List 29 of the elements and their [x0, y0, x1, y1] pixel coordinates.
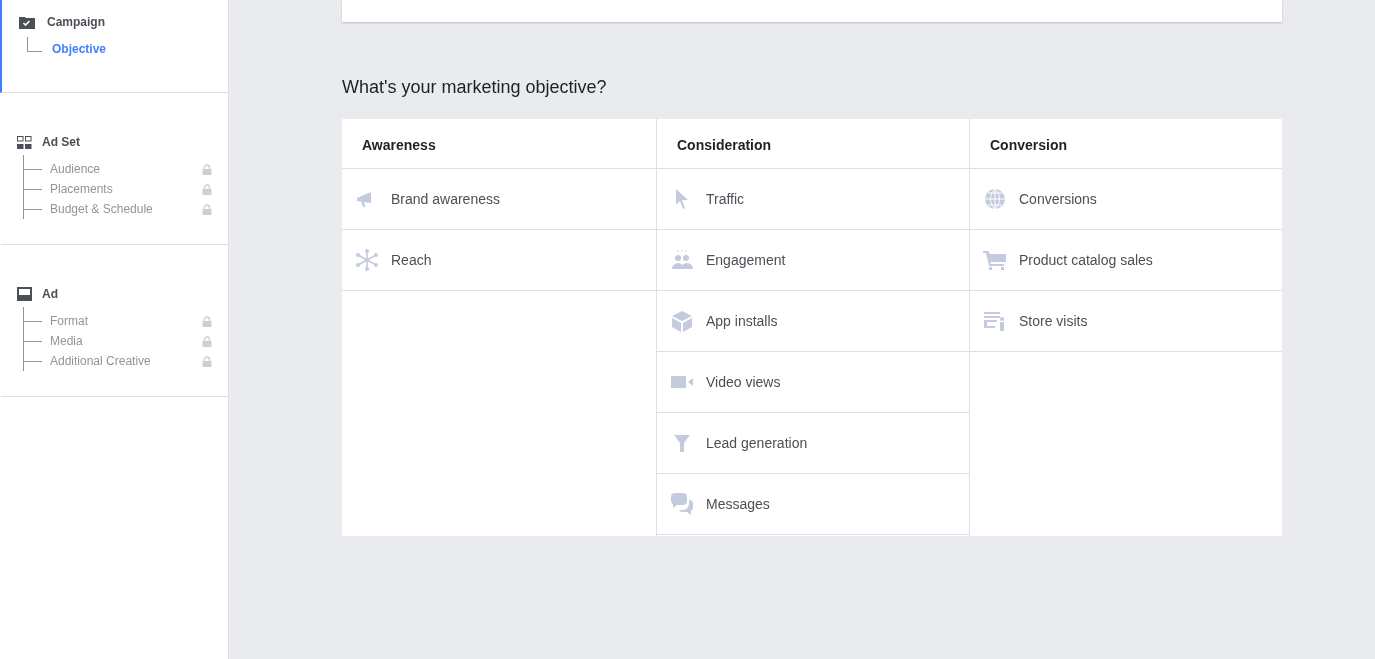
section-title[interactable]: Campaign	[47, 15, 105, 29]
chat-bubbles-icon	[670, 493, 694, 515]
objective-option[interactable]: Brand awareness	[391, 191, 500, 207]
objective-option[interactable]: Traffic	[706, 191, 745, 207]
grid-icon	[17, 135, 32, 149]
cart-icon	[983, 249, 1007, 271]
category-header: Consideration	[657, 119, 969, 169]
objective-option[interactable]: Video views	[706, 374, 781, 390]
checked-folder-icon	[19, 15, 35, 29]
step-link[interactable]: Objective	[52, 42, 228, 56]
section-title[interactable]: Ad Set	[42, 135, 80, 149]
category-header: Conversion	[970, 119, 1282, 169]
section-title[interactable]: Ad	[42, 287, 58, 301]
objective-option[interactable]: Lead generation	[706, 435, 808, 451]
globe-icon	[983, 188, 1007, 210]
objective-option[interactable]: Engagement	[706, 252, 786, 268]
objective-option[interactable]: Store visits	[1019, 313, 1088, 329]
objective-option[interactable]: App installs	[706, 313, 778, 329]
objective-option[interactable]: Conversions	[1019, 191, 1097, 207]
category-header: Awareness	[342, 119, 656, 169]
cube-icon	[670, 310, 694, 332]
network-icon	[355, 249, 379, 271]
page-heading: What's your marketing objective?	[342, 77, 608, 99]
objective-option[interactable]: Product catalog sales	[1019, 252, 1153, 268]
people-icon	[670, 249, 694, 271]
objective-option[interactable]: Messages	[706, 496, 770, 512]
storefront-icon	[983, 310, 1007, 332]
ad-layout-icon	[17, 287, 32, 301]
objective-option[interactable]: Reach	[391, 252, 432, 268]
